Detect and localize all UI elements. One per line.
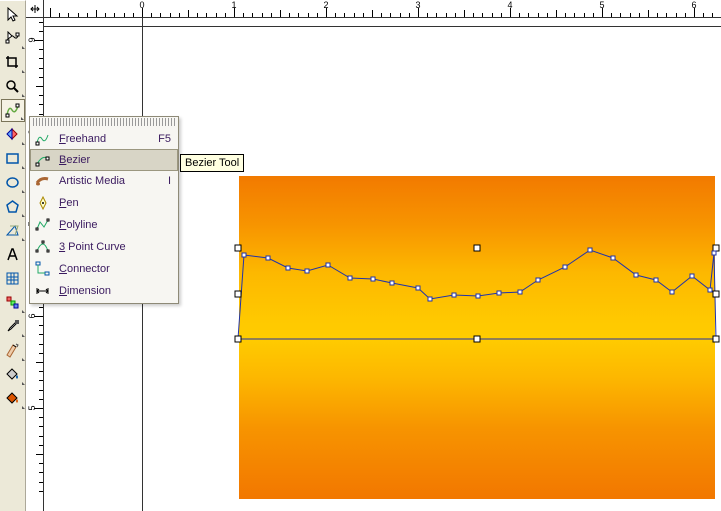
ruler-origin[interactable] — [26, 0, 44, 18]
curve-node[interactable] — [348, 276, 353, 281]
curve-node[interactable] — [390, 281, 395, 286]
ruler-h-label: 2 — [323, 0, 328, 10]
eyedropper-tool[interactable] — [1, 315, 25, 338]
curve-node[interactable] — [563, 265, 568, 270]
flyout-item-label: Bezier — [59, 154, 141, 166]
ruler-h-label: 1 — [231, 0, 236, 10]
curve-node[interactable] — [536, 278, 541, 283]
curve-node[interactable] — [611, 256, 616, 261]
selection-handle[interactable] — [474, 245, 481, 252]
polyline-icon — [33, 215, 53, 235]
polygon-tool[interactable] — [1, 195, 25, 218]
ruler-v-label: 5 — [27, 405, 37, 410]
page-edge-horizontal — [44, 26, 721, 27]
selection-handle[interactable] — [713, 336, 720, 343]
connector-icon — [33, 259, 53, 279]
table-tool[interactable] — [1, 267, 25, 290]
ruler-v-label: 9 — [27, 37, 37, 42]
ruler-horizontal[interactable]: 0 1 2 3 4 5 6 — [26, 0, 721, 18]
text-tool[interactable] — [1, 243, 25, 266]
flyout-item-label: 3 Point Curve — [59, 241, 141, 253]
curve-tool[interactable] — [1, 99, 25, 122]
curve-node[interactable] — [654, 278, 659, 283]
curve-node[interactable] — [266, 256, 271, 261]
freehand-icon — [33, 129, 53, 149]
curve-node[interactable] — [690, 274, 695, 279]
curve-node[interactable] — [305, 269, 310, 274]
ruler-h-label: 5 — [599, 0, 604, 10]
curve-node[interactable] — [588, 248, 593, 253]
ruler-h-label: 4 — [507, 0, 512, 10]
rectangle-tool[interactable] — [1, 147, 25, 170]
flyout-item-freehand[interactable]: Freehand F5 — [31, 128, 177, 150]
curve-node[interactable] — [497, 291, 502, 296]
curve-node[interactable] — [712, 251, 717, 256]
curve-node[interactable] — [452, 293, 457, 298]
selection-handle[interactable] — [235, 245, 242, 252]
curve-node[interactable] — [476, 294, 481, 299]
bezier-icon — [33, 150, 53, 170]
flyout-item-label: Polyline — [59, 219, 141, 231]
curve-node[interactable] — [670, 290, 675, 295]
selection-handle[interactable] — [713, 290, 720, 297]
tooltip: Bezier Tool — [180, 154, 244, 172]
flyout-item-label: Freehand — [59, 133, 141, 145]
flyout-grip[interactable] — [33, 118, 175, 126]
curve-node[interactable] — [708, 288, 713, 293]
flyout-item-label: Artistic Media — [59, 175, 141, 187]
ruler-v-label: 6 — [27, 313, 37, 318]
flyout-item-label: Connector — [59, 263, 141, 275]
flyout-item-shortcut: F5 — [147, 133, 171, 145]
curve-node[interactable] — [242, 253, 247, 258]
flyout-item-dimension[interactable]: Dimension — [31, 280, 177, 302]
selection-handle[interactable] — [235, 290, 242, 297]
outline-tool[interactable] — [1, 339, 25, 362]
curve-node[interactable] — [518, 290, 523, 295]
shape-tool[interactable] — [1, 27, 25, 50]
ruler-h-label: 3 — [415, 0, 420, 10]
toolbox — [0, 0, 26, 511]
selection-handle[interactable] — [235, 336, 242, 343]
zoom-tool[interactable] — [1, 75, 25, 98]
curve-node[interactable] — [286, 266, 291, 271]
dimension-icon — [33, 281, 53, 301]
flyout-item-connector[interactable]: Connector — [31, 258, 177, 280]
fill-tool[interactable] — [1, 363, 25, 386]
pen-icon — [33, 193, 53, 213]
interactive-tool[interactable] — [1, 291, 25, 314]
artistic-media-icon — [33, 171, 53, 191]
interactive-fill-tool[interactable] — [1, 387, 25, 410]
flyout-item-bezier[interactable]: Bezier — [30, 149, 178, 171]
curve-tool-flyout: Freehand F5 Bezier Artistic Media I Pen Polyli… — [29, 116, 179, 304]
ruler-h-label: 0 — [139, 0, 144, 10]
ellipse-tool[interactable] — [1, 171, 25, 194]
curve-node[interactable] — [634, 273, 639, 278]
smart-fill-tool[interactable] — [1, 123, 25, 146]
crop-tool[interactable] — [1, 51, 25, 74]
flyout-item-label: Pen — [59, 197, 141, 209]
selection-handle[interactable] — [474, 336, 481, 343]
curve-node[interactable] — [416, 286, 421, 291]
flyout-item-label: Dimension — [59, 285, 141, 297]
flyout-item-polyline[interactable]: Polyline — [31, 214, 177, 236]
flyout-item-artistic-media[interactable]: Artistic Media I — [31, 170, 177, 192]
curve-node[interactable] — [428, 297, 433, 302]
curve-node[interactable] — [326, 263, 331, 268]
flyout-item-pen[interactable]: Pen — [31, 192, 177, 214]
basic-shapes-tool[interactable] — [1, 219, 25, 242]
ruler-h-label: 6 — [691, 0, 696, 10]
pick-tool[interactable] — [1, 3, 25, 26]
flyout-item-3-point-curve[interactable]: 3 Point Curve — [31, 236, 177, 258]
curve-node[interactable] — [371, 277, 376, 282]
flyout-item-shortcut: I — [147, 175, 171, 187]
three-point-curve-icon — [33, 237, 53, 257]
